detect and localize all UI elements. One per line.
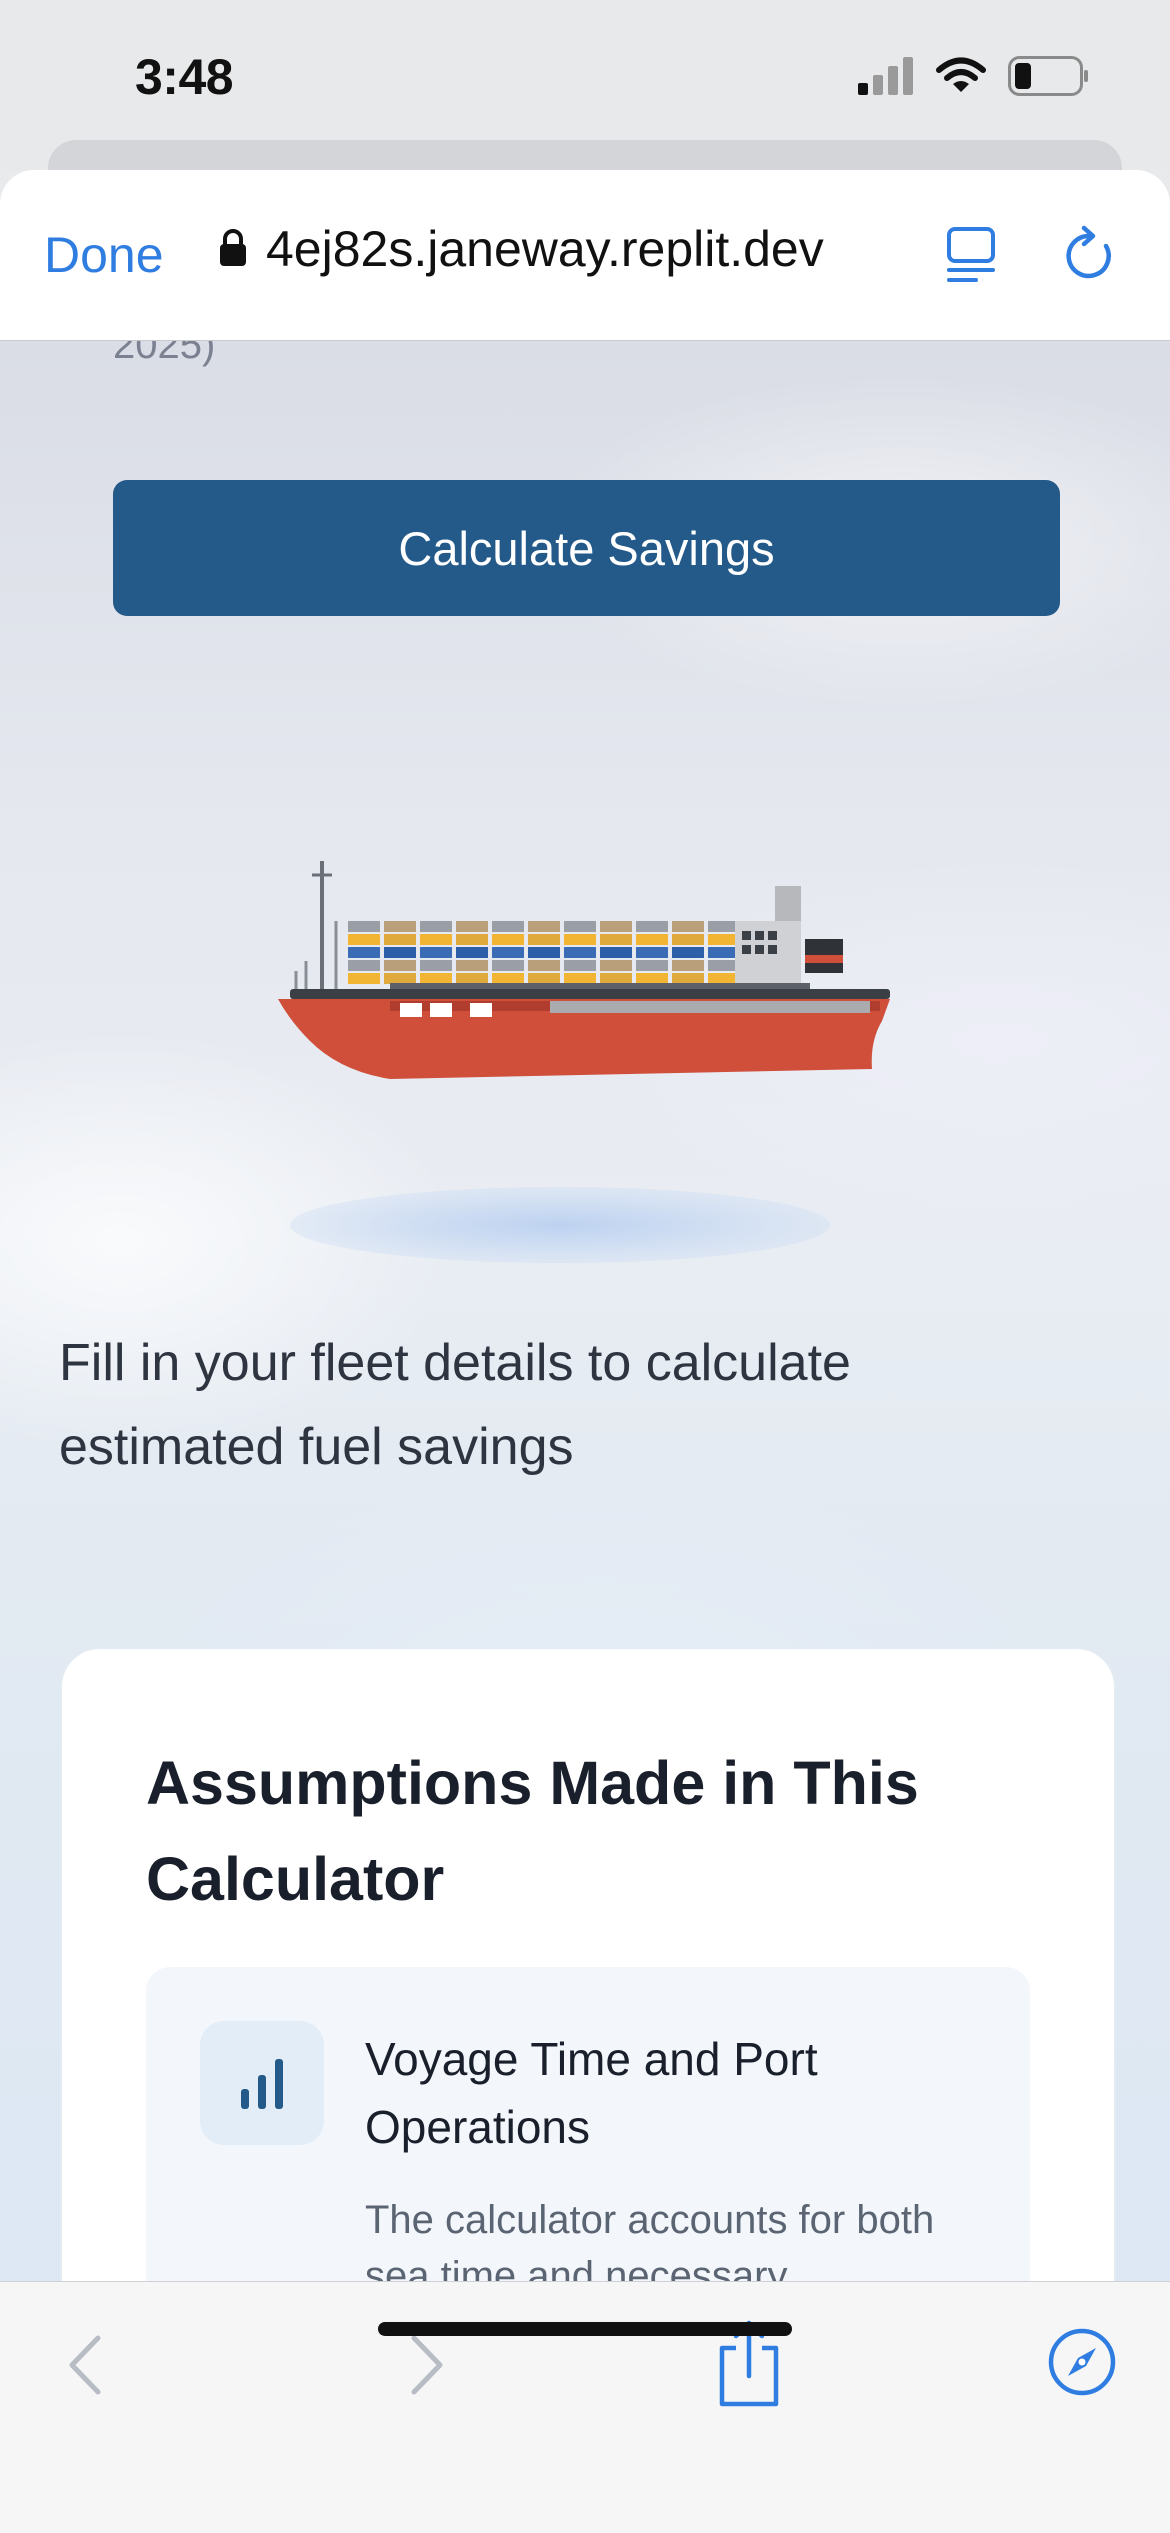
ship-container: [420, 934, 452, 945]
ship-shadow: [290, 1187, 830, 1263]
ship-container: [492, 921, 524, 932]
reader-icon[interactable]: [946, 226, 1000, 289]
ship-container: [456, 934, 488, 945]
ship-container: [528, 934, 560, 945]
reload-icon[interactable]: [1062, 224, 1118, 289]
ship-container: [384, 934, 416, 945]
web-page: 2025) Calculate Savings Fill in your fle…: [0, 341, 1170, 2281]
url-bar[interactable]: 4ej82s.janeway.replit.dev: [218, 220, 824, 278]
ship-container: [492, 973, 524, 984]
ship-container: [456, 947, 488, 958]
ship-container: [636, 947, 668, 958]
ship-container: [600, 921, 632, 932]
instruction-text: Fill in your fleet details to calculate …: [59, 1334, 851, 1476]
ship-container: [456, 973, 488, 984]
ship-container: [672, 973, 704, 984]
assumptions-card: Assumptions Made in This Calculator Voya…: [60, 1647, 1116, 2281]
battery-icon: [1008, 56, 1090, 101]
browser-bar: Done 4ej82s.janeway.replit.dev: [0, 170, 1170, 341]
ship-container: [528, 960, 560, 971]
ship-container: [420, 973, 452, 984]
ship-container: [564, 921, 596, 932]
calculate-savings-button[interactable]: Calculate Savings: [113, 480, 1060, 616]
ship-container: [420, 921, 452, 932]
status-icons: [858, 56, 1090, 101]
card-title: Assumptions Made in This Calculator: [146, 1749, 919, 1913]
ship-container: [528, 921, 560, 932]
ship-container: [492, 947, 524, 958]
home-indicator: [378, 2322, 792, 2336]
ship-container: [492, 960, 524, 971]
ship-container: [348, 947, 380, 958]
ship-container: [600, 947, 632, 958]
ship-container: [456, 921, 488, 932]
ship-container: [564, 947, 596, 958]
ship-container: [384, 947, 416, 958]
ship-container: [348, 921, 380, 932]
ship-container: [600, 973, 632, 984]
wifi-icon: [936, 57, 986, 100]
ship-container: [636, 973, 668, 984]
ship-container: [456, 960, 488, 971]
assumption-item: Voyage Time and Port Operations The calc…: [146, 1967, 1030, 2281]
ship-container: [420, 947, 452, 958]
ship-container: [348, 934, 380, 945]
ship-container: [564, 960, 596, 971]
ship-container: [384, 921, 416, 932]
ship-container: [564, 973, 596, 984]
ship-container: [384, 973, 416, 984]
ship-container: [528, 973, 560, 984]
ship-container: [348, 960, 380, 971]
ship-container: [636, 934, 668, 945]
ship-container: [528, 947, 560, 958]
done-button[interactable]: Done: [44, 226, 164, 284]
url-text: 4ej82s.janeway.replit.dev: [266, 221, 824, 277]
browser-toolbar: [0, 2281, 1170, 2533]
ship-container: [492, 934, 524, 945]
ship-container: [672, 960, 704, 971]
ship-container: [636, 960, 668, 971]
lock-icon: [218, 227, 248, 272]
assumption-title: Voyage Time and Port Operations: [365, 2033, 818, 2153]
back-icon[interactable]: [62, 2330, 112, 2405]
ship-container: [672, 947, 704, 958]
ship-container: [636, 921, 668, 932]
bar-chart-icon: [200, 2021, 324, 2145]
ship-container: [672, 934, 704, 945]
status-time: 3:48: [135, 49, 234, 105]
container-ship-illustration: [270, 861, 910, 1126]
signal-icon: [858, 57, 914, 100]
forward-icon[interactable]: [400, 2330, 450, 2405]
ship-container: [384, 960, 416, 971]
ship-container: [600, 960, 632, 971]
ship-container: [564, 934, 596, 945]
truncated-text: 2025): [113, 341, 216, 367]
ship-container: [600, 934, 632, 945]
compass-icon[interactable]: [1046, 2326, 1118, 2403]
assumption-description: The calculator accounts for both sea tim…: [365, 2198, 935, 2281]
ship-container: [420, 960, 452, 971]
ship-container: [348, 973, 380, 984]
ship-container: [672, 921, 704, 932]
